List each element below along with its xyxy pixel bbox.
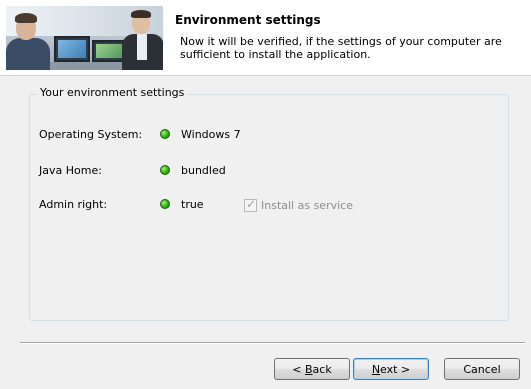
admin-right-label: Admin right: bbox=[39, 198, 108, 211]
checkbox-box[interactable]: ✓ bbox=[244, 196, 257, 212]
install-as-service-label: Install as service bbox=[261, 198, 353, 212]
wizard-header: Environment settings Now it will be veri… bbox=[0, 0, 531, 76]
next-button-mnemonic: N bbox=[371, 362, 381, 376]
back-button-mnemonic: B bbox=[305, 362, 313, 376]
admin-right-status-ok-icon bbox=[160, 199, 170, 209]
group-legend: Your environment settings bbox=[37, 86, 188, 99]
next-button-rest: ext > bbox=[380, 362, 411, 376]
back-button-rest: ack bbox=[312, 362, 332, 376]
page-title: Environment settings bbox=[175, 13, 321, 27]
next-button[interactable]: Next > bbox=[353, 358, 429, 380]
os-status-ok-icon bbox=[160, 129, 170, 139]
admin-right-value: true bbox=[181, 198, 204, 211]
install-as-service-checkbox[interactable]: ✓ Install as service bbox=[244, 196, 353, 212]
checkmark-icon: ✓ bbox=[246, 196, 257, 211]
footer-separator bbox=[20, 342, 525, 344]
header-banner-image bbox=[6, 6, 163, 70]
cancel-button[interactable]: Cancel bbox=[444, 358, 520, 380]
os-label: Operating System: bbox=[39, 128, 143, 141]
java-home-value: bundled bbox=[181, 164, 226, 177]
java-home-label: Java Home: bbox=[39, 164, 102, 177]
back-button-prefix: < bbox=[292, 362, 305, 376]
page-description: Now it will be verified, if the settings… bbox=[180, 35, 502, 61]
java-home-status-ok-icon bbox=[160, 165, 170, 175]
back-button[interactable]: < Back bbox=[274, 358, 350, 380]
os-value: Windows 7 bbox=[181, 128, 241, 141]
